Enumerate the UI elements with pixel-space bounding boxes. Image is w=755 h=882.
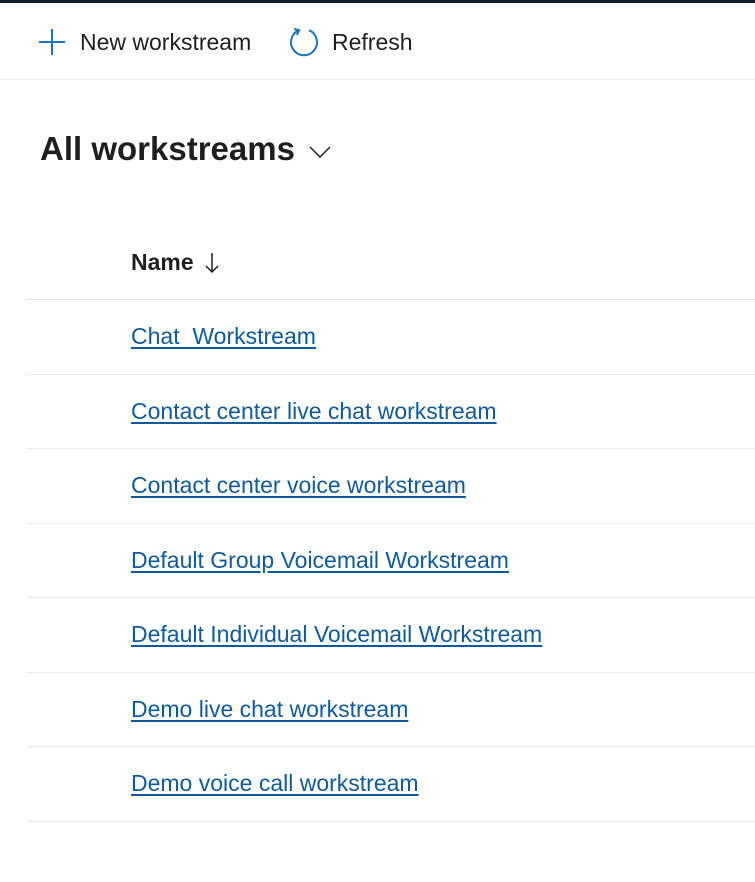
new-workstream-button[interactable]: New workstream [36,23,251,61]
workstream-link[interactable]: Demo live chat workstream [131,696,408,723]
workstream-link[interactable]: Contact center voice workstream [131,472,466,499]
column-header-label: Name [131,249,194,275]
page-title: All workstreams [40,130,295,167]
view-selector[interactable]: All workstreams [40,130,331,168]
column-header-name[interactable]: Name [131,249,220,276]
table-row: Demo voice call workstream [26,747,755,822]
table-row: Default Individual Voicemail Workstream [26,598,755,673]
chevron-down-icon [309,145,331,159]
table-row: Chat_Workstream [26,300,755,375]
plus-icon [36,26,68,58]
table-row: Contact center live chat workstream [26,375,755,449]
refresh-label: Refresh [332,28,413,55]
workstream-link[interactable]: Default Individual Voicemail Workstream [131,621,542,648]
workstream-link[interactable]: Default Group Voicemail Workstream [131,547,509,574]
grid-header-row: Name [26,226,755,300]
new-workstream-label: New workstream [80,28,252,55]
table-row: Contact center voice workstream [26,449,755,524]
refresh-button[interactable]: Refresh [288,23,413,61]
refresh-icon [288,26,320,58]
workstreams-grid: Name Chat_Workstream Contact center live… [26,226,755,822]
workstream-link[interactable]: Demo voice call workstream [131,770,419,797]
table-row: Default Group Voicemail Workstream [26,524,755,598]
command-bar: New workstream Refresh [0,3,755,80]
workstream-link[interactable]: Chat_Workstream [131,323,316,350]
arrow-down-icon [204,251,220,275]
table-row: Demo live chat workstream [26,673,755,747]
workstream-link[interactable]: Contact center live chat workstream [131,398,497,425]
